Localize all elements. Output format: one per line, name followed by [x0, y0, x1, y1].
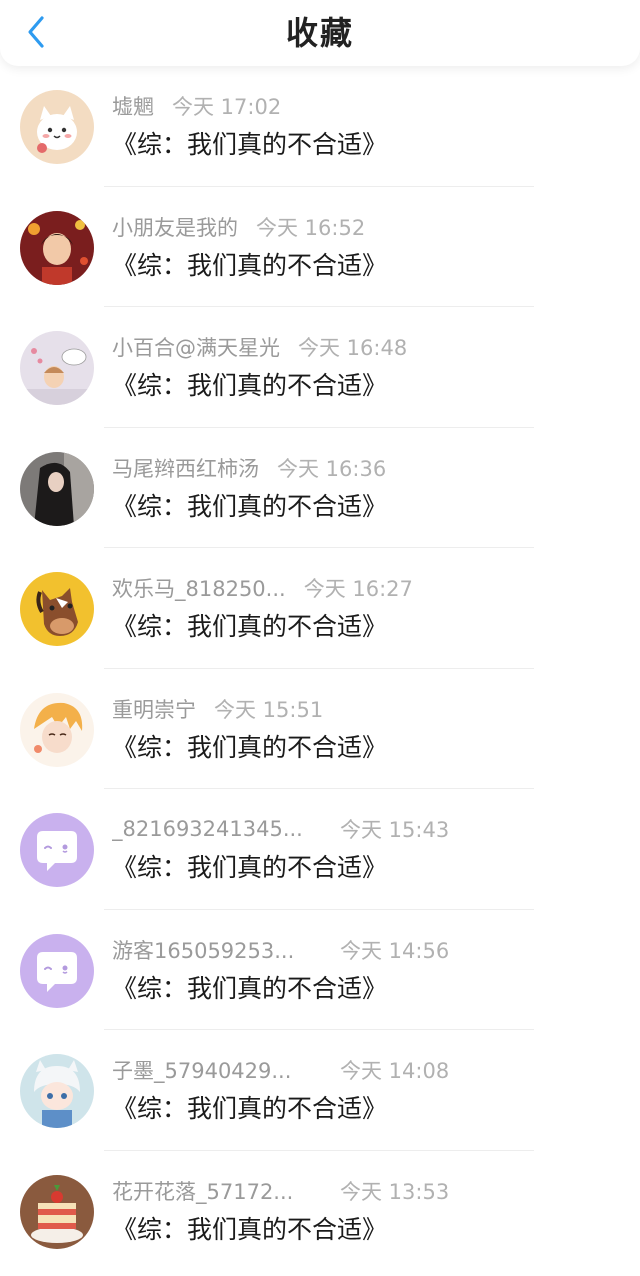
cake-avatar-icon — [20, 1174, 94, 1249]
username: 欢乐马_818250... — [112, 577, 286, 601]
horse-avatar-icon — [20, 572, 94, 646]
username: 子墨_57940429... — [112, 1059, 292, 1083]
timestamp: 今天 16:36 — [277, 456, 387, 481]
list-item[interactable]: 游客165059253... 今天 14:56 《综：我们真的不合适》 — [0, 910, 640, 1031]
list-item[interactable]: 小朋友是我的 今天 16:52 《综：我们真的不合适》 — [0, 187, 640, 308]
top-bar: 收藏 — [0, 0, 640, 66]
back-button[interactable] — [16, 12, 56, 52]
list-item[interactable]: 小百合@满天星光 今天 16:48 《综：我们真的不合适》 — [0, 307, 640, 428]
avatar[interactable] — [20, 90, 94, 164]
username: 墟魍 — [112, 95, 154, 119]
baby-avatar-icon — [20, 331, 94, 405]
list-item[interactable]: 花开花落_57172... 今天 13:53 《综：我们真的不合适》 — [0, 1151, 640, 1272]
list-item[interactable]: _821693241345... 今天 15:43 《综：我们真的不合适》 — [0, 789, 640, 910]
username: 游客165059253... — [112, 938, 295, 963]
avatar[interactable] — [20, 813, 94, 887]
list-item[interactable]: 子墨_57940429... 今天 14:08 《综：我们真的不合适》 — [0, 1030, 640, 1151]
list-item[interactable]: 墟魍 今天 17:02 《综：我们真的不合适》 — [0, 66, 640, 187]
timestamp: 今天 16:27 — [303, 577, 413, 601]
book-title[interactable]: 《综：我们真的不合适》 — [112, 249, 387, 283]
book-title[interactable]: 《综：我们真的不合适》 — [112, 972, 387, 1006]
username: _821693241345... — [112, 817, 303, 841]
book-title[interactable]: 《综：我们真的不合适》 — [112, 490, 387, 524]
book-title[interactable]: 《综：我们真的不合适》 — [112, 731, 387, 765]
page-title: 收藏 — [285, 14, 354, 52]
list-item[interactable]: 欢乐马_818250... 今天 16:27 《综：我们真的不合适》 — [0, 548, 640, 669]
timestamp: 今天 16:48 — [298, 336, 408, 360]
username: 马尾辫西红柿汤 — [112, 456, 259, 481]
default-chat-avatar-icon — [20, 933, 94, 1008]
chibi-avatar-icon — [20, 1054, 94, 1128]
avatar[interactable] — [20, 1174, 94, 1249]
person-avatar-icon — [20, 210, 94, 285]
favorites-list: 墟魍 今天 17:02 《综：我们真的不合适》 小朋友是我的 今天 16:52 … — [0, 66, 640, 1271]
avatar[interactable] — [20, 451, 94, 526]
username: 重明崇宁 — [112, 697, 196, 722]
book-title[interactable]: 《综：我们真的不合适》 — [112, 1092, 387, 1126]
chevron-left-icon — [28, 16, 44, 48]
timestamp: 今天 15:43 — [340, 818, 450, 842]
list-item[interactable]: 重明崇宁 今天 15:51 《综：我们真的不合适》 — [0, 669, 640, 790]
book-title[interactable]: 《综：我们真的不合适》 — [112, 610, 387, 644]
timestamp: 今天 14:56 — [340, 938, 450, 963]
book-title[interactable]: 《综：我们真的不合适》 — [112, 851, 387, 885]
avatar[interactable] — [20, 210, 94, 285]
username: 花开花落_57172... — [112, 1179, 294, 1204]
avatar[interactable] — [20, 331, 94, 405]
timestamp: 今天 17:02 — [172, 95, 282, 119]
avatar[interactable] — [20, 1054, 94, 1128]
anime-avatar-icon — [20, 692, 94, 767]
avatar[interactable] — [20, 572, 94, 646]
book-title[interactable]: 《综：我们真的不合适》 — [112, 1213, 387, 1247]
book-title[interactable]: 《综：我们真的不合适》 — [112, 128, 387, 162]
timestamp: 今天 16:52 — [256, 215, 366, 240]
username: 小百合@满天星光 — [112, 336, 280, 360]
username: 小朋友是我的 — [112, 215, 238, 240]
book-title[interactable]: 《综：我们真的不合适》 — [112, 369, 387, 403]
default-chat-avatar-icon — [20, 813, 94, 887]
timestamp: 今天 15:51 — [214, 697, 324, 722]
list-item[interactable]: 马尾辫西红柿汤 今天 16:36 《综：我们真的不合适》 — [0, 428, 640, 549]
girl-avatar-icon — [20, 451, 94, 526]
timestamp: 今天 14:08 — [340, 1059, 450, 1083]
timestamp: 今天 13:53 — [340, 1179, 450, 1204]
avatar[interactable] — [20, 692, 94, 767]
avatar[interactable] — [20, 933, 94, 1008]
cat-avatar-icon — [20, 90, 94, 164]
